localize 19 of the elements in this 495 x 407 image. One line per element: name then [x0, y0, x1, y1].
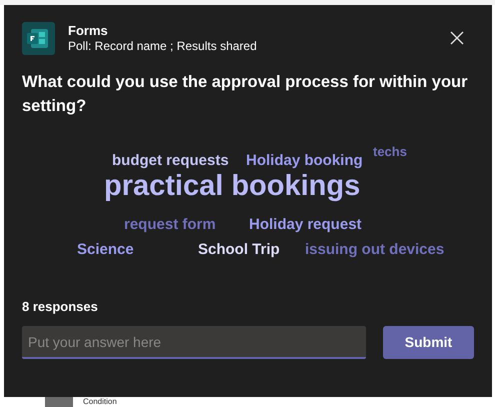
app-title: Forms	[68, 22, 109, 39]
cloud-word: techs	[373, 144, 407, 160]
answer-field[interactable]: Put your answer here	[22, 326, 366, 360]
cloud-word: practical bookings	[104, 168, 360, 204]
row-label: Condition	[83, 397, 117, 407]
cloud-word: request form	[124, 216, 216, 234]
forms-logo-icon	[22, 22, 55, 55]
cloud-word: budget requests	[112, 152, 229, 170]
cloud-word: issuing out devices	[305, 240, 444, 259]
response-count: 8 responses	[22, 298, 99, 316]
cloud-word: Science	[77, 240, 134, 259]
cloud-word: Holiday booking	[246, 152, 363, 170]
submit-button[interactable]: Submit	[383, 326, 474, 360]
close-icon	[450, 31, 464, 46]
cloud-word: School Trip	[198, 240, 280, 259]
poll-subtitle: Poll: Record name ; Results shared	[68, 38, 257, 54]
question-text: What could you use the approval process for within your setting?	[22, 72, 469, 117]
cloud-word: Holiday request	[249, 216, 362, 234]
thumbnail	[45, 397, 73, 407]
